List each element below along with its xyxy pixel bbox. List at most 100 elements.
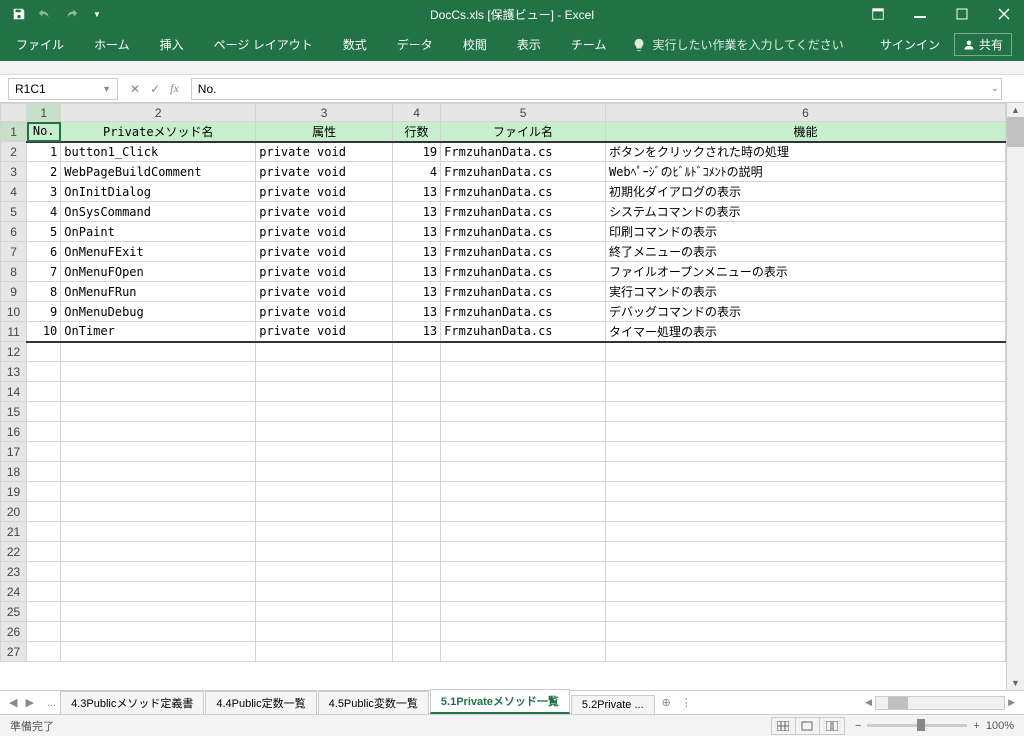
cell[interactable]: ファイルオープンメニューの表示 [605, 262, 1005, 282]
tab-view[interactable]: 表示 [513, 34, 545, 55]
cell[interactable] [605, 562, 1005, 582]
cell[interactable] [392, 342, 440, 362]
cell[interactable]: 初期化ダイアログの表示 [605, 182, 1005, 202]
name-box[interactable]: R1C1 ▼ [8, 78, 118, 100]
cell[interactable] [392, 562, 440, 582]
cell[interactable]: 2 [27, 162, 61, 182]
expand-formula-icon[interactable]: ⌄ [991, 83, 999, 94]
cell[interactable]: 1 [27, 142, 61, 162]
cell[interactable] [441, 522, 606, 542]
cell[interactable] [441, 562, 606, 582]
undo-icon[interactable] [34, 3, 56, 25]
cell[interactable] [441, 602, 606, 622]
tab-pagelayout[interactable]: ページ レイアウト [210, 34, 317, 55]
scroll-down-icon[interactable]: ▼ [1007, 676, 1024, 690]
cell[interactable] [27, 462, 61, 482]
cell[interactable]: private void [256, 142, 393, 162]
row-header[interactable]: 6 [1, 222, 27, 242]
sheet-tab[interactable]: 5.2Private ... [571, 695, 655, 714]
row-header[interactable]: 11 [1, 322, 27, 342]
table-header-cell[interactable]: 行数 [392, 122, 440, 142]
cell[interactable] [61, 642, 256, 662]
qat-dropdown-icon[interactable]: ▼ [86, 3, 108, 25]
cell[interactable]: 終了メニューの表示 [605, 242, 1005, 262]
scroll-thumb[interactable] [1007, 117, 1024, 147]
cell[interactable]: private void [256, 282, 393, 302]
cell[interactable] [605, 582, 1005, 602]
tab-review[interactable]: 校閲 [459, 34, 491, 55]
row-header[interactable]: 18 [1, 462, 27, 482]
cell[interactable] [27, 342, 61, 362]
row-header[interactable]: 3 [1, 162, 27, 182]
cell[interactable]: 13 [392, 282, 440, 302]
cell[interactable]: 3 [27, 182, 61, 202]
cell[interactable] [256, 502, 393, 522]
table-header-cell[interactable]: 機能 [605, 122, 1005, 142]
cell[interactable] [27, 362, 61, 382]
cell[interactable] [256, 522, 393, 542]
cell[interactable] [256, 642, 393, 662]
cell[interactable]: FrmzuhanData.cs [441, 162, 606, 182]
cell[interactable] [392, 422, 440, 442]
row-header[interactable]: 23 [1, 562, 27, 582]
cell[interactable]: 6 [27, 242, 61, 262]
cell[interactable] [441, 342, 606, 362]
cell[interactable] [392, 402, 440, 422]
cell[interactable]: OnTimer [61, 322, 256, 342]
cell[interactable] [61, 382, 256, 402]
cell[interactable] [27, 562, 61, 582]
sheet-nav-prev-icon[interactable]: ◀ [6, 696, 20, 709]
cell[interactable] [392, 622, 440, 642]
cell[interactable] [27, 422, 61, 442]
cell[interactable] [61, 602, 256, 622]
select-all-cell[interactable] [1, 104, 27, 122]
zoom-level[interactable]: 100% [986, 720, 1014, 732]
row-header[interactable]: 1 [1, 122, 27, 142]
zoom-out-icon[interactable]: − [855, 720, 861, 732]
row-header[interactable]: 14 [1, 382, 27, 402]
close-icon[interactable] [984, 0, 1024, 28]
cell[interactable] [605, 402, 1005, 422]
zoom-in-icon[interactable]: + [973, 720, 979, 732]
view-pagelayout-icon[interactable] [796, 718, 820, 734]
cell[interactable] [441, 422, 606, 442]
cell[interactable] [605, 442, 1005, 462]
vertical-scrollbar[interactable]: ▲ ▼ [1006, 103, 1024, 690]
cell[interactable]: FrmzuhanData.cs [441, 182, 606, 202]
table-header-cell[interactable]: ファイル名 [441, 122, 606, 142]
cell[interactable] [27, 382, 61, 402]
cell[interactable] [256, 382, 393, 402]
cell[interactable] [256, 542, 393, 562]
row-header[interactable]: 20 [1, 502, 27, 522]
col-header[interactable]: 5 [441, 104, 606, 122]
cell[interactable] [605, 362, 1005, 382]
cell[interactable] [392, 502, 440, 522]
cell[interactable] [392, 522, 440, 542]
cell[interactable]: private void [256, 162, 393, 182]
cell[interactable] [61, 582, 256, 602]
cell[interactable]: OnMenuFOpen [61, 262, 256, 282]
cell[interactable]: FrmzuhanData.cs [441, 282, 606, 302]
cell[interactable] [441, 582, 606, 602]
cell[interactable] [61, 482, 256, 502]
cell[interactable] [61, 362, 256, 382]
minimize-icon[interactable] [900, 0, 940, 28]
cell[interactable] [61, 462, 256, 482]
cell[interactable]: FrmzuhanData.cs [441, 242, 606, 262]
cell[interactable] [392, 582, 440, 602]
cell[interactable] [441, 382, 606, 402]
cell[interactable] [256, 342, 393, 362]
cell[interactable] [27, 602, 61, 622]
sheet-tab[interactable]: 4.4Public定数一覧 [205, 691, 316, 714]
row-header[interactable]: 13 [1, 362, 27, 382]
cell[interactable]: private void [256, 242, 393, 262]
ribbon-options-icon[interactable] [858, 0, 898, 28]
tab-home[interactable]: ホーム [90, 34, 134, 55]
cell[interactable]: private void [256, 322, 393, 342]
cell[interactable]: 13 [392, 222, 440, 242]
cell[interactable] [256, 362, 393, 382]
scroll-up-icon[interactable]: ▲ [1007, 103, 1024, 117]
cell[interactable]: private void [256, 202, 393, 222]
cell[interactable]: FrmzuhanData.cs [441, 302, 606, 322]
row-header[interactable]: 25 [1, 602, 27, 622]
